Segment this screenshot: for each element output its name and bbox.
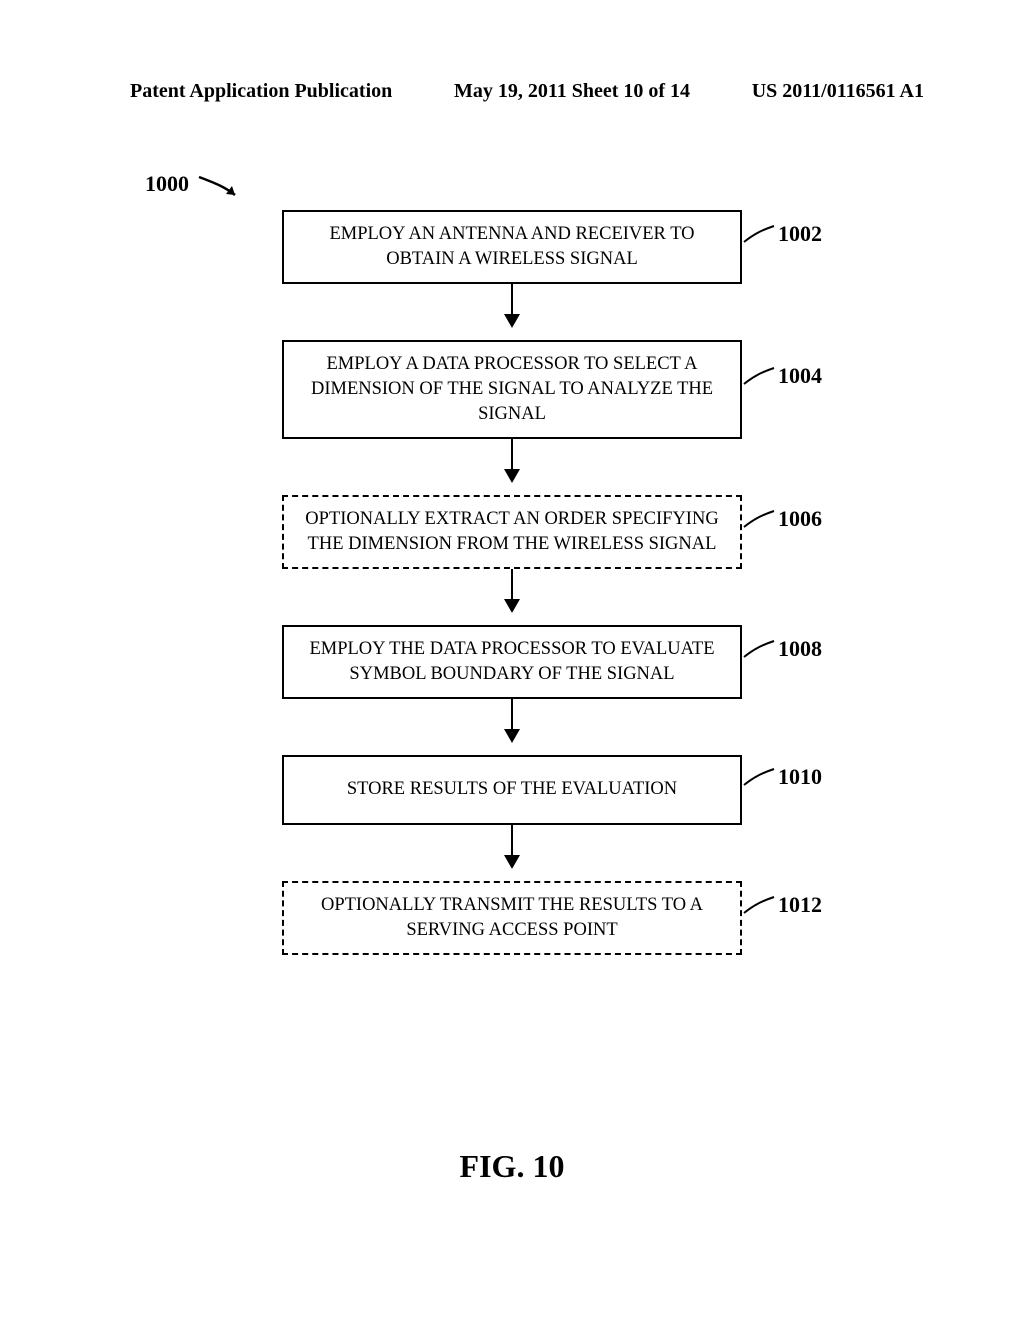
figure-caption: FIG. 10 [0,1148,1024,1185]
flow-step-ref: 1008 [778,636,822,662]
flow-step: OPTIONALLY TRANSMIT THE RESULTS TO A SER… [202,881,822,955]
arrow-down-icon [511,569,513,611]
flow-step-text: EMPLOY AN ANTENNA AND RECEIVER TO OBTAIN… [298,222,726,272]
flow-arrow [511,439,513,495]
flow-step-box: OPTIONALLY EXTRACT AN ORDER SPECIFYING T… [282,495,742,569]
flow-step-box: EMPLOY THE DATA PROCESSOR TO EVALUATE SY… [282,625,742,699]
flow-step: STORE RESULTS OF THE EVALUATION 1010 [202,755,822,825]
page-header: Patent Application Publication May 19, 2… [0,80,1024,103]
arrow-down-icon [511,825,513,867]
flow-arrow [511,699,513,755]
arrow-down-icon [511,439,513,481]
figure-reference: 1000 [145,165,247,203]
flow-step-box: OPTIONALLY TRANSMIT THE RESULTS TO A SER… [282,881,742,955]
arrow-down-icon [511,699,513,741]
flow-step-ref: 1002 [778,221,822,247]
flow-step: EMPLOY A DATA PROCESSOR TO SELECT A DIME… [202,340,822,439]
flow-arrow [511,569,513,625]
flow-arrow [511,825,513,881]
flow-step-text: OPTIONALLY TRANSMIT THE RESULTS TO A SER… [298,893,726,943]
figure-reference-number: 1000 [145,171,189,197]
flow-step-box: EMPLOY A DATA PROCESSOR TO SELECT A DIME… [282,340,742,439]
flow-step-text: EMPLOY THE DATA PROCESSOR TO EVALUATE SY… [298,637,726,687]
flow-step-text: EMPLOY A DATA PROCESSOR TO SELECT A DIME… [298,352,726,427]
flow-step-ref: 1004 [778,363,822,389]
flowchart: EMPLOY AN ANTENNA AND RECEIVER TO OBTAIN… [0,210,1024,955]
flow-step-ref: 1006 [778,506,822,532]
flow-step-ref: 1012 [778,892,822,918]
flow-step-box: STORE RESULTS OF THE EVALUATION [282,755,742,825]
flow-step-text: STORE RESULTS OF THE EVALUATION [347,777,677,802]
leader-line-icon [742,366,776,386]
flow-arrow [511,284,513,340]
leader-line-icon [742,767,776,787]
header-center: May 19, 2011 Sheet 10 of 14 [454,80,690,103]
leader-line-icon [742,639,776,659]
reference-arrow-icon [195,173,247,203]
flow-step-text: OPTIONALLY EXTRACT AN ORDER SPECIFYING T… [298,507,726,557]
leader-line-icon [742,895,776,915]
flow-step: EMPLOY THE DATA PROCESSOR TO EVALUATE SY… [202,625,822,699]
flow-step: EMPLOY AN ANTENNA AND RECEIVER TO OBTAIN… [202,210,822,284]
leader-line-icon [742,509,776,529]
flow-step-box: EMPLOY AN ANTENNA AND RECEIVER TO OBTAIN… [282,210,742,284]
header-left: Patent Application Publication [130,80,392,103]
flow-step-ref: 1010 [778,764,822,790]
leader-line-icon [742,224,776,244]
flow-step: OPTIONALLY EXTRACT AN ORDER SPECIFYING T… [202,495,822,569]
header-right: US 2011/0116561 A1 [752,80,924,103]
arrow-down-icon [511,284,513,326]
